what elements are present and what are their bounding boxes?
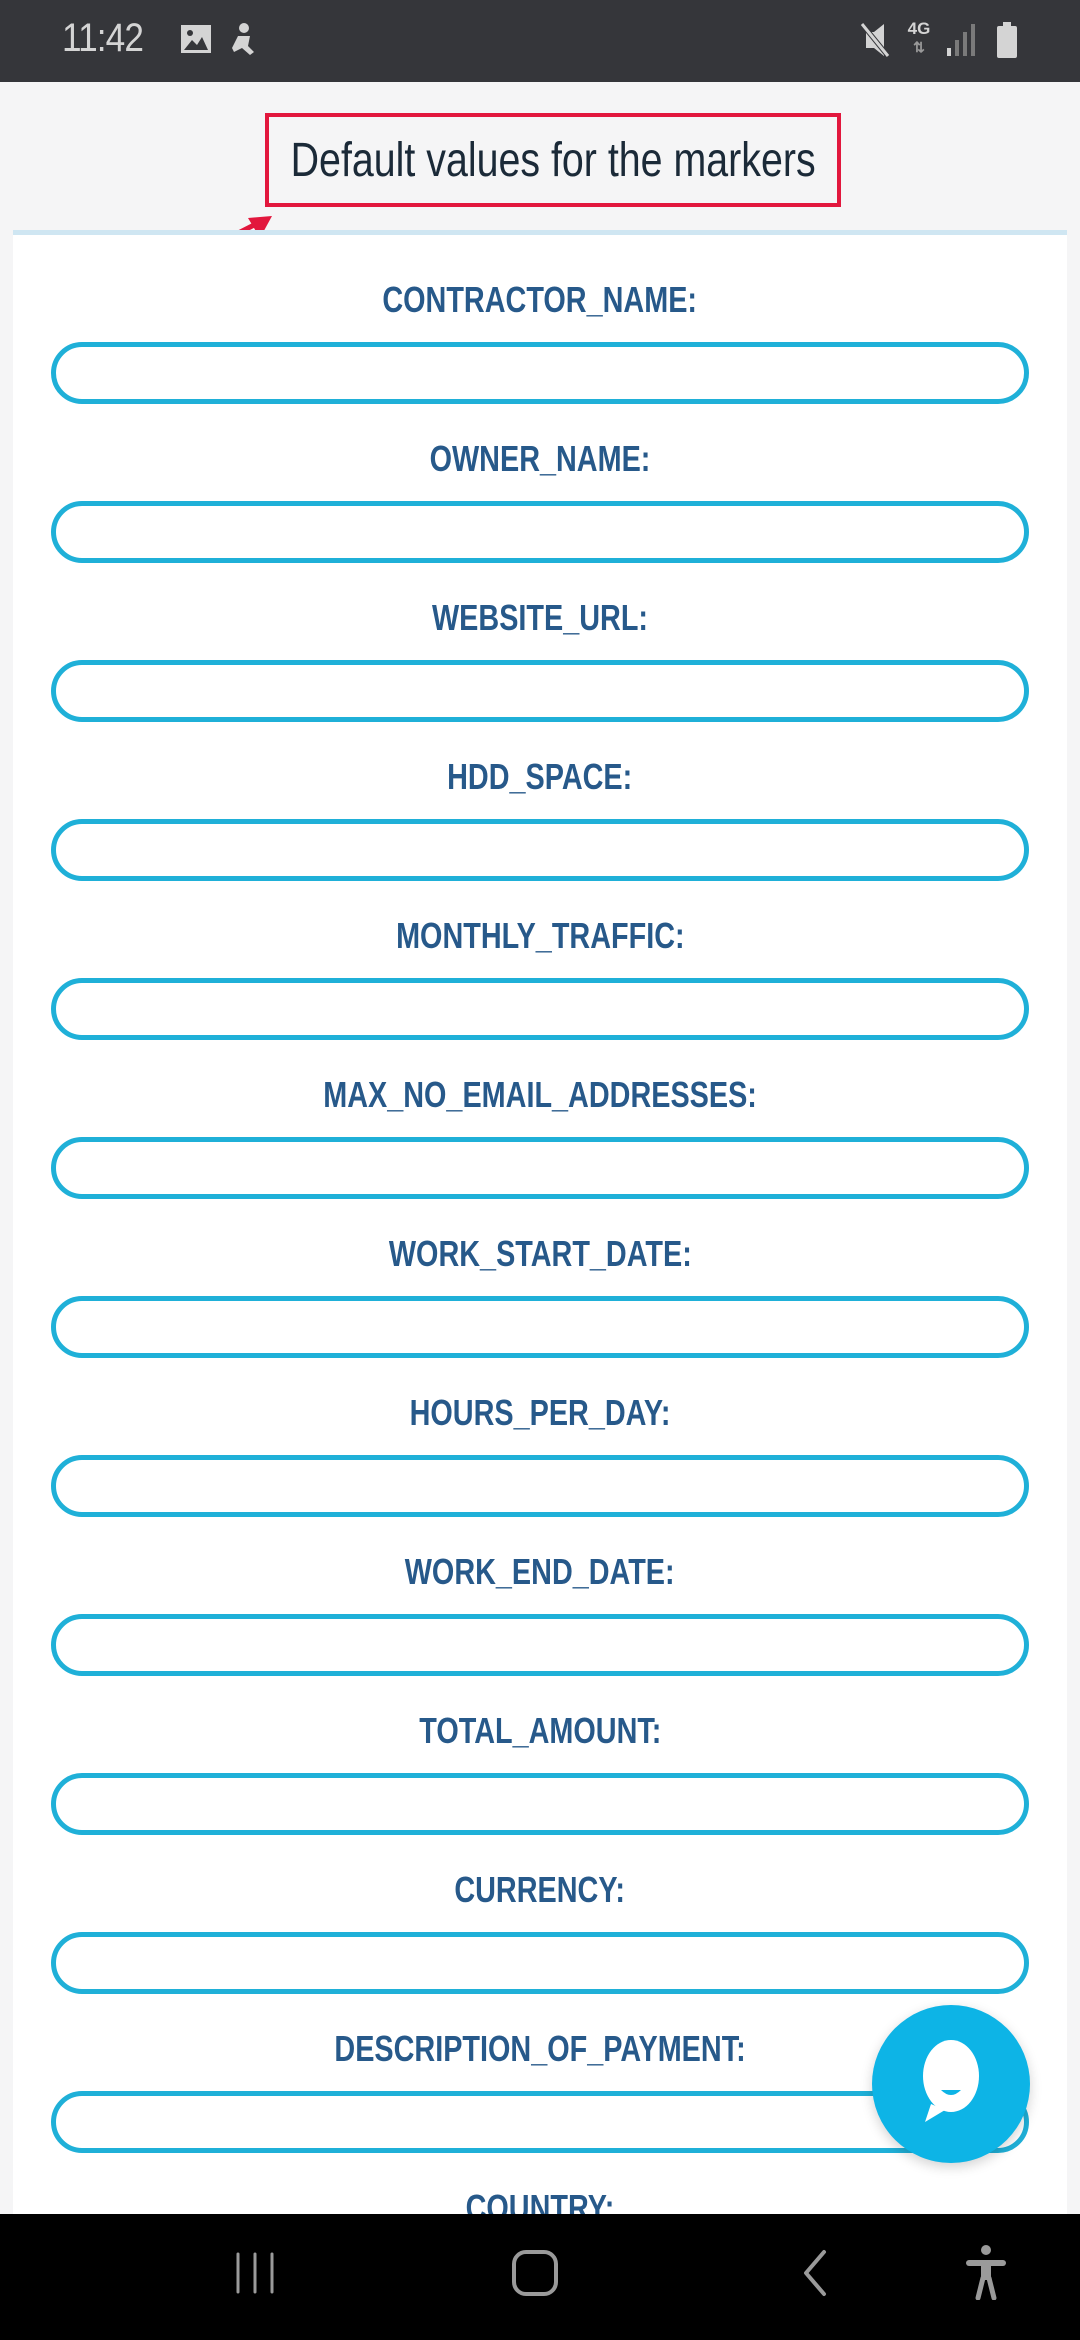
field-label: WORK_START_DATE:: [388, 1233, 692, 1274]
page-title: Default values for the markers: [269, 117, 837, 203]
field-label: HDD_SPACE:: [447, 756, 633, 797]
accessibility-service-icon: [232, 23, 254, 55]
chat-bubble-icon: [923, 2040, 979, 2122]
form-field-contractor-name: CONTRACTOR_NAME:: [13, 235, 1067, 404]
form-field-hours-per-day: HOURS_PER_DAY:: [13, 1348, 1067, 1517]
data-arrows: ⇅: [913, 39, 925, 55]
network-label: 4G: [907, 19, 931, 38]
form-field-website-url: WEBSITE_URL:: [13, 553, 1067, 722]
form-field-work-start-date: WORK_START_DATE:: [13, 1189, 1067, 1358]
field-label: CONTRACTOR_NAME:: [382, 279, 698, 320]
field-label: WORK_END_DATE:: [405, 1551, 675, 1592]
field-label: MAX_NO_EMAIL_ADDRESSES:: [323, 1074, 757, 1115]
back-icon[interactable]: [800, 2248, 830, 2298]
field-label: HOURS_PER_DAY:: [409, 1392, 671, 1433]
accessibility-icon[interactable]: [962, 2244, 1010, 2300]
gallery-icon: [181, 25, 211, 53]
field-label: MONTHLY_TRAFFIC:: [395, 915, 685, 956]
form-field-max-no-email-addresses: MAX_NO_EMAIL_ADDRESSES:: [13, 1030, 1067, 1199]
form-field-currency: CURRENCY:: [13, 1825, 1067, 1994]
4g-data-icon: 4G ⇅: [906, 20, 932, 60]
home-icon[interactable]: [510, 2248, 560, 2298]
form-field-owner-name: OWNER_NAME:: [13, 394, 1067, 563]
system-nav-bar: [0, 2214, 1080, 2340]
markers-form-card: CONTRACTOR_NAME: OWNER_NAME: WEBSITE_URL…: [13, 230, 1067, 2312]
chat-button[interactable]: [872, 2005, 1030, 2163]
title-highlight-box: Default values for the markers: [265, 113, 841, 207]
field-label: OWNER_NAME:: [429, 438, 651, 479]
mute-icon: [860, 22, 890, 58]
field-label: CURRENCY:: [454, 1869, 626, 1910]
field-label: WEBSITE_URL:: [432, 597, 648, 638]
field-label: TOTAL_AMOUNT:: [418, 1710, 662, 1751]
form-field-work-end-date: WORK_END_DATE:: [13, 1507, 1067, 1676]
battery-icon: [997, 22, 1017, 58]
status-time: 11:42: [62, 16, 144, 60]
form-field-hdd-space: HDD_SPACE:: [13, 712, 1067, 881]
form-field-total-amount: TOTAL_AMOUNT:: [13, 1666, 1067, 1835]
status-bar: 11:42 4G ⇅: [0, 0, 1080, 82]
recent-apps-icon[interactable]: [230, 2248, 280, 2298]
signal-icon: [947, 24, 975, 56]
form-field-monthly-traffic: MONTHLY_TRAFFIC:: [13, 871, 1067, 1040]
page-title-text: Default values for the markers: [290, 133, 816, 187]
